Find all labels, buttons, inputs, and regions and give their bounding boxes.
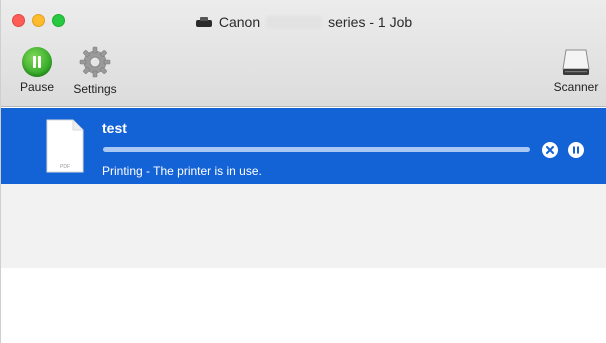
pause-printer-button[interactable]: Pause [17,47,57,94]
job-status: Printing - The printer is in use. [102,164,262,178]
scanner-button[interactable]: Scanner [547,47,605,94]
print-queue-window: Canon series - 1 Job Pause Settings Scan… [0,0,606,343]
window-title: Canon series - 1 Job [1,14,606,30]
pause-label: Pause [19,80,55,94]
settings-button[interactable]: Settings [67,46,123,96]
gear-icon [79,46,111,78]
file-type-badge: PDF [60,164,70,170]
scanner-icon [562,49,590,75]
toolbar: Canon series - 1 Job Pause Settings Scan… [1,0,606,107]
printer-icon [195,16,213,28]
job-progress-fill [103,147,530,152]
settings-label: Settings [73,82,117,96]
job-row[interactable]: PDF test Printing - The printer is in us… [1,108,606,184]
title-brand: Canon [218,14,261,30]
pause-job-icon [573,146,579,154]
scanner-label: Scanner [553,80,599,94]
pause-icon [22,47,52,77]
pause-job-button[interactable] [568,142,584,158]
redacted-model-name [266,15,323,29]
job-progress-bar [103,147,530,152]
pdf-document-icon: PDF [46,119,84,173]
title-suffix: series - 1 Job [328,14,413,30]
cancel-job-button[interactable] [542,142,558,158]
empty-list-row [1,184,606,268]
empty-list-row [1,268,606,343]
cancel-job-icon [546,146,554,154]
job-name: test [102,120,127,136]
